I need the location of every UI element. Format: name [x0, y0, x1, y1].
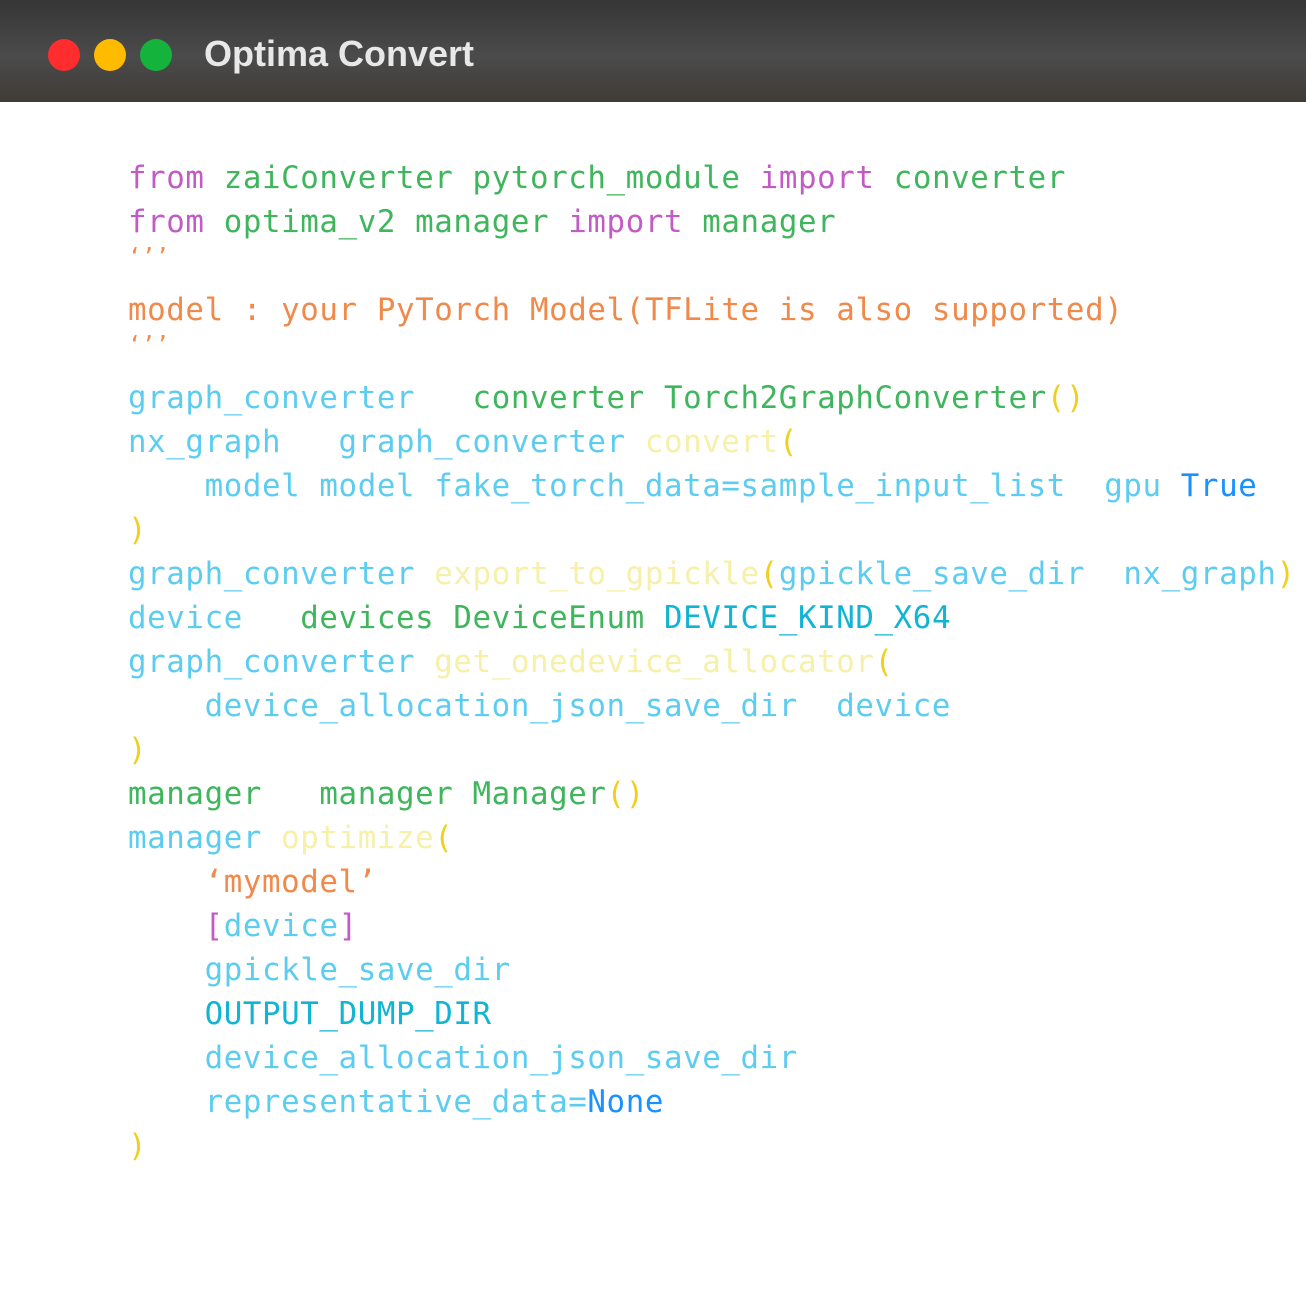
code-token-constant: DEVICE_KIND_X64	[663, 600, 952, 636]
code-token-identifier: manager	[128, 820, 282, 856]
code-token-literal: None	[587, 1084, 664, 1120]
code-token-method: optimize	[281, 820, 435, 856]
code-line: ‘’’	[128, 332, 1298, 376]
code-line: gpickle_save_dir	[128, 948, 1298, 992]
code-token-identifier: device	[128, 600, 301, 636]
code-token-method: export_to_gpickle	[434, 556, 760, 592]
window-title: Optima Convert	[204, 33, 475, 74]
code-token-paren: (	[434, 820, 454, 856]
code-token-module: manager manager Manager	[128, 776, 607, 812]
code-token-paren: )	[1276, 556, 1296, 592]
code-token-identifier: graph_converter	[128, 556, 435, 592]
code-token-module: optima_v2 manager	[204, 204, 569, 240]
code-line: device_allocation_json_save_dir device	[128, 684, 1298, 728]
code-line: nx_graph graph_converter convert(	[128, 420, 1298, 464]
code-line: ‘mymodel’	[128, 860, 1298, 904]
code-line: representative_data=None	[128, 1080, 1298, 1124]
code-token-identifier: representative_data=	[128, 1084, 588, 1120]
code-token-keyword: ]	[338, 908, 358, 944]
code-line: from optima_v2 manager import manager	[128, 200, 1298, 244]
code-token-comment: model : your PyTorch Model(TFLite is als…	[128, 292, 1124, 328]
code-line: graph_converter converter Torch2GraphCon…	[128, 376, 1298, 420]
code-token-identifier: nx_graph graph_converter	[128, 424, 645, 460]
code-line: manager optimize(	[128, 816, 1298, 860]
code-token-paren: (	[874, 644, 894, 680]
code-token-paren: (	[778, 424, 798, 460]
code-token-identifier: gpickle_save_dir nx_graph	[778, 556, 1277, 592]
code-token-identifier	[128, 996, 205, 1032]
code-token-module: manager	[683, 204, 837, 240]
code-token-paren: (	[759, 556, 779, 592]
code-token-paren: )	[128, 512, 148, 548]
code-line: ‘’’	[128, 244, 1298, 288]
code-token-module: zaiConverter pytorch_module	[204, 160, 760, 196]
code-token-comment: ‘mymodel’	[128, 864, 377, 900]
code-token-identifier: graph_converter	[128, 644, 435, 680]
code-token-module: converter Torch2GraphConverter	[472, 380, 1047, 416]
code-token-method: convert	[644, 424, 779, 460]
code-line: device_allocation_json_save_dir	[128, 1036, 1298, 1080]
code-token-paren: ()	[1046, 380, 1086, 416]
code-line: OUTPUT_DUMP_DIR	[128, 992, 1298, 1036]
code-line: model model fake_torch_data=sample_input…	[128, 464, 1298, 508]
code-token-comment: ‘’’	[128, 245, 170, 270]
window-titlebar: Optima Convert	[0, 0, 1306, 102]
code-line: graph_converter get_onedevice_allocator(	[128, 640, 1298, 684]
code-token-module: devices DeviceEnum	[300, 600, 664, 636]
zoom-window-button[interactable]	[140, 39, 172, 71]
code-line: graph_converter export_to_gpickle(gpickl…	[128, 552, 1298, 596]
code-token-module: converter	[874, 160, 1066, 196]
code-token-identifier: device	[223, 908, 339, 944]
code-token-keyword: import	[568, 204, 684, 240]
code-token-keyword: from	[128, 160, 205, 196]
code-token-paren: ()	[606, 776, 645, 812]
code-token-keyword: [	[204, 908, 224, 944]
code-token-paren: )	[128, 1128, 148, 1164]
code-token-identifier: gpickle_save_dir	[128, 952, 511, 988]
code-token-identifier: device_allocation_json_save_dir	[128, 1040, 798, 1076]
code-token-literal: True	[1180, 468, 1258, 504]
code-line: manager manager Manager()	[128, 772, 1298, 816]
code-line: )	[128, 508, 1298, 552]
code-line: )	[128, 1124, 1298, 1168]
code-line: from zaiConverter pytorch_module import …	[128, 156, 1298, 200]
code-token-keyword: import	[759, 160, 875, 196]
close-window-button[interactable]	[48, 39, 80, 71]
code-token-identifier: model model fake_torch_data=sample_input…	[128, 468, 1181, 504]
code-block: from zaiConverter pytorch_module import …	[128, 156, 1298, 1168]
code-line: model : your PyTorch Model(TFLite is als…	[128, 288, 1298, 332]
code-line: [device]	[128, 904, 1298, 948]
code-token-constant: OUTPUT_DUMP_DIR	[204, 996, 492, 1032]
code-token-method: get_onedevice_allocator	[434, 644, 875, 680]
code-token-keyword: from	[128, 204, 205, 240]
code-token-paren: )	[128, 732, 148, 768]
code-token-identifier: graph_converter	[128, 380, 473, 416]
code-token-identifier: device_allocation_json_save_dir device	[128, 688, 952, 724]
minimize-window-button[interactable]	[94, 39, 126, 71]
code-line: device devices DeviceEnum DEVICE_KIND_X6…	[128, 596, 1298, 640]
code-line: )	[128, 728, 1298, 772]
code-token-identifier	[128, 908, 205, 944]
code-token-comment: ‘’’	[128, 333, 170, 358]
